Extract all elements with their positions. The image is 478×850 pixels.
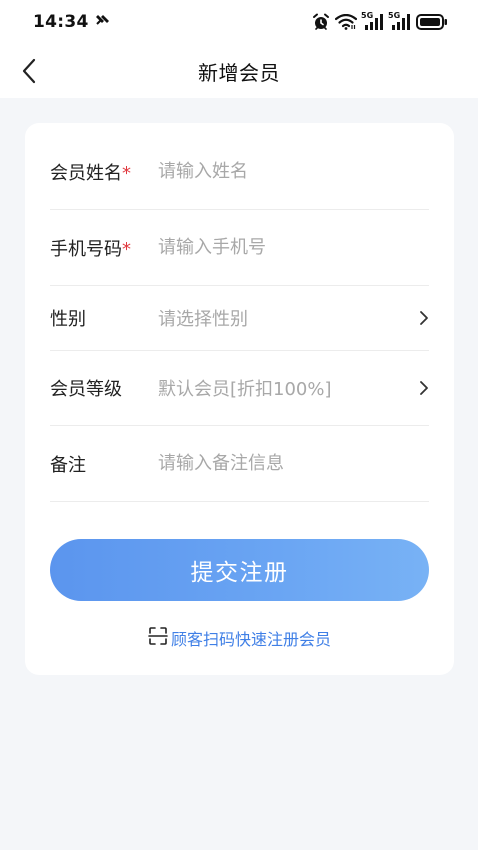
chevron-right-icon xyxy=(413,310,429,326)
status-time: 14:34 xyxy=(33,12,89,32)
form-row-gender[interactable]: 性别 请选择性别 xyxy=(50,286,429,351)
level-label: 会员等级 xyxy=(50,379,122,400)
status-right: 5G 5G xyxy=(312,11,448,31)
submit-button[interactable]: 提交注册 xyxy=(50,539,429,601)
signal-2-label: 5G xyxy=(388,11,401,20)
member-form-card: 会员姓名* 手机号码* 性别 请选择性别 会员等级 默认会员[折扣100%] 备… xyxy=(25,123,454,675)
wifi-icon xyxy=(335,14,357,30)
nav-bar: 新增会员 xyxy=(0,44,478,98)
gender-select[interactable]: 请选择性别 xyxy=(158,305,413,331)
name-label: 会员姓名* xyxy=(50,159,158,185)
gender-label: 性别 xyxy=(50,309,86,330)
status-left: 14:34 xyxy=(33,12,111,32)
status-bar: 14:34 5G 5G xyxy=(0,0,478,44)
signal-icon-sim1: 5G xyxy=(361,11,384,30)
remark-label: 备注 xyxy=(50,454,86,476)
name-label-text: 会员姓名 xyxy=(50,162,122,184)
phone-label: 手机号码* xyxy=(50,235,158,261)
form-row-phone: 手机号码* xyxy=(50,210,429,286)
remark-input[interactable] xyxy=(158,443,429,484)
scan-link-label: 顾客扫码快速注册会员 xyxy=(170,630,331,649)
back-button[interactable] xyxy=(14,56,44,86)
level-select[interactable]: 默认会员[折扣100%] xyxy=(158,375,413,401)
phone-input[interactable] xyxy=(158,227,429,268)
scan-icon xyxy=(148,626,168,650)
chevron-right-icon xyxy=(413,380,429,396)
battery-icon xyxy=(416,14,448,30)
form-row-remark: 备注 xyxy=(50,426,429,502)
form-row-name: 会员姓名* xyxy=(50,134,429,210)
form-row-level[interactable]: 会员等级 默认会员[折扣100%] xyxy=(50,351,429,426)
phone-label-text: 手机号码 xyxy=(50,238,122,260)
required-mark: * xyxy=(122,238,131,260)
scan-register-link[interactable]: 顾客扫码快速注册会员 xyxy=(25,623,454,653)
page-title: 新增会员 xyxy=(198,60,280,85)
signal-icon-sim2: 5G xyxy=(388,11,411,30)
chevron-left-icon xyxy=(22,58,36,84)
required-mark: * xyxy=(122,162,131,184)
name-input[interactable] xyxy=(158,151,429,192)
app-notification-icon xyxy=(95,12,111,32)
alarm-icon xyxy=(312,13,330,31)
signal-1-label: 5G xyxy=(361,11,374,20)
